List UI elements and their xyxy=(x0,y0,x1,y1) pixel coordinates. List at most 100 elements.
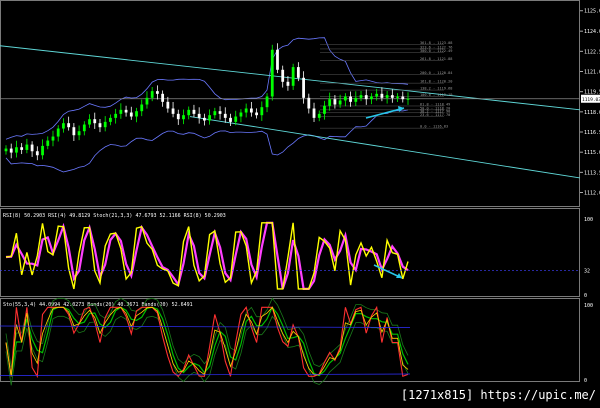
candle-body xyxy=(192,109,196,114)
candle-body xyxy=(98,123,102,128)
candle-body xyxy=(286,81,290,86)
candle-body xyxy=(213,111,217,116)
candle-body xyxy=(281,69,285,82)
candle-body xyxy=(156,91,159,94)
candle-body xyxy=(187,109,191,116)
candle-body xyxy=(208,115,212,121)
candle-body xyxy=(312,108,316,118)
candle-body xyxy=(223,113,227,118)
candle-body xyxy=(234,116,238,122)
candle-body xyxy=(35,151,39,156)
candle-body xyxy=(72,127,76,136)
stoch-tick-label: 0 xyxy=(584,378,587,384)
fib-level-label: 261.8 - 1121.88 xyxy=(420,57,452,61)
candle-body xyxy=(109,117,112,122)
candle-body xyxy=(140,104,144,112)
price-tick-label: 1122.58 xyxy=(584,49,600,55)
candle-body xyxy=(161,93,165,102)
candle-body xyxy=(166,101,170,109)
candle-body xyxy=(255,112,258,116)
candle-body xyxy=(307,97,311,109)
candle-body xyxy=(150,91,154,98)
trading-chart: 361.8 - 1123.08 323.6 - 1122.76 300.0 - 11… xyxy=(0,0,600,404)
stoch-tick-label: 100 xyxy=(584,303,593,309)
candle-body xyxy=(176,113,180,120)
candle-body xyxy=(401,96,405,100)
price-tick-label: 1113.52 xyxy=(584,170,600,176)
candle-body xyxy=(4,148,8,152)
candle-body xyxy=(41,145,44,156)
candle-body xyxy=(338,100,342,105)
candle-body xyxy=(46,140,50,146)
candle-body xyxy=(103,121,107,128)
candle-body xyxy=(370,96,373,100)
candle-body xyxy=(9,148,13,153)
rsi-tick-label: 100 xyxy=(584,217,593,223)
candle-body xyxy=(171,108,175,114)
candle-body xyxy=(276,49,279,70)
candle-body xyxy=(296,67,300,78)
candle-body xyxy=(406,98,410,100)
candle-body xyxy=(145,97,149,105)
candle-body xyxy=(349,96,352,102)
fib-level-label: 138.2 - 1119.68 xyxy=(420,87,452,91)
fib-level-label: 100.0 - 1119.19 xyxy=(420,93,452,97)
candle-body xyxy=(270,49,274,97)
candle-body xyxy=(265,96,269,108)
candle-body xyxy=(385,95,389,98)
candle-body xyxy=(239,112,243,117)
candle-body xyxy=(375,93,379,97)
chart-svg: 361.8 - 1123.08323.6 - 1122.76300.0 - 11… xyxy=(0,0,600,404)
candle-body xyxy=(135,111,138,117)
price-tick-label: 1124.09 xyxy=(584,29,600,35)
candle-body xyxy=(229,117,232,122)
candle-body xyxy=(202,117,206,121)
candle-body xyxy=(62,123,65,129)
price-tick-label: 1116.54 xyxy=(584,130,600,136)
candle-body xyxy=(77,131,81,136)
candle-body xyxy=(260,107,264,116)
candle-body xyxy=(390,95,394,98)
fib-level-label: 200.0 - 1120.84 xyxy=(420,71,452,75)
fib-level-label: 0.0 - 1116.83 xyxy=(420,125,448,129)
price-tick-label: 1118.05 xyxy=(584,110,600,116)
fib-level-label: 23.6 - 1117.70 xyxy=(420,113,450,117)
price-tick-label: 1115.03 xyxy=(584,150,600,156)
rsi-tick-label: 32 xyxy=(584,269,590,275)
candle-body xyxy=(129,112,133,117)
candle-body xyxy=(359,95,363,98)
candle-body xyxy=(114,113,118,118)
current-price-tag-label: 1119.03 xyxy=(582,97,600,103)
candle-body xyxy=(119,109,123,114)
rsi-header: RSI(8) 50.2903 RSI(4) 49.8129 Stoch(21,3… xyxy=(3,213,226,219)
candle-body xyxy=(343,96,347,101)
candle-body xyxy=(302,77,305,98)
candle-body xyxy=(364,95,368,100)
candle-body xyxy=(25,144,29,150)
rsi-tick-label: 0 xyxy=(584,293,587,299)
candle-body xyxy=(333,99,337,105)
candle-body xyxy=(182,115,185,120)
candle-body xyxy=(244,108,248,113)
candle-body xyxy=(197,113,201,118)
candle-body xyxy=(218,111,222,114)
candle-body xyxy=(56,128,60,137)
candle-body xyxy=(82,124,86,132)
watermark: [1271x815] https://upic.me/ xyxy=(400,388,596,402)
candle-body xyxy=(380,93,384,98)
candle-body xyxy=(51,136,55,141)
candle-body xyxy=(396,96,399,98)
candle-body xyxy=(124,109,128,113)
candle-body xyxy=(93,119,97,124)
candle-body xyxy=(317,113,321,118)
candle-body xyxy=(323,105,326,114)
price-tick-label: 1125.62 xyxy=(584,9,600,15)
candle-body xyxy=(20,147,24,150)
candle-body xyxy=(15,147,18,153)
stoch-header: Sto(55,3,4) 44.0994 42.0273 Bands(20) 40… xyxy=(3,302,193,308)
candle-body xyxy=(249,108,253,113)
candle-body xyxy=(291,67,295,86)
candle-body xyxy=(328,99,332,106)
candle-body xyxy=(67,123,71,128)
fib-level-label: 300.0 - 1122.49 xyxy=(420,49,452,53)
